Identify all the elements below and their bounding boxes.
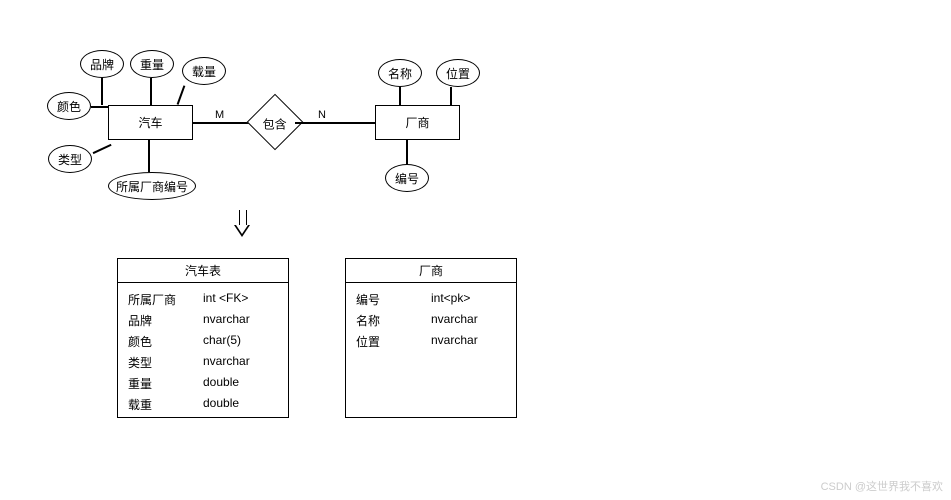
col-name: 重量	[128, 375, 203, 392]
connector	[101, 78, 103, 105]
table-car: 汽车表 所属厂商int <FK>品牌nvarchar颜色char(5)类型nva…	[117, 258, 289, 418]
col-name: 类型	[128, 354, 203, 371]
relationship-label: 包含	[255, 115, 295, 132]
table-vendor-body: 编号int<pk>名称nvarchar位置nvarchar	[346, 283, 516, 358]
watermark: CSDN @这世界我不喜欢	[821, 478, 943, 494]
attr-weight: 重量	[130, 50, 174, 78]
attr-payload: 载量	[182, 57, 226, 85]
attr-brand: 品牌	[80, 50, 124, 78]
connector	[193, 122, 255, 124]
col-type: nvarchar	[431, 312, 506, 329]
col-name: 所属厂商	[128, 291, 203, 308]
attr-vendor-name: 名称	[378, 59, 422, 87]
col-type: char(5)	[203, 333, 278, 350]
connector	[177, 85, 185, 104]
attr-vendor-fk: 所属厂商编号	[108, 172, 196, 200]
connector	[399, 87, 401, 105]
entity-label: 汽车	[138, 114, 162, 131]
col-type: int<pk>	[431, 291, 506, 308]
entity-label: 厂商	[405, 114, 429, 131]
col-name: 颜色	[128, 333, 203, 350]
entity-car: 汽车	[108, 105, 193, 140]
table-row: 名称nvarchar	[356, 310, 506, 331]
table-row: 编号int<pk>	[356, 289, 506, 310]
table-row: 重量double	[128, 373, 278, 394]
col-name: 编号	[356, 291, 431, 308]
card-n: N	[318, 109, 326, 121]
table-row: 颜色char(5)	[128, 331, 278, 352]
connector	[93, 144, 112, 154]
col-type: nvarchar	[431, 333, 506, 350]
attr-label: 位置	[446, 65, 470, 82]
arrow-down-icon	[235, 210, 249, 238]
attr-vendor-id: 编号	[385, 164, 429, 192]
col-type: nvarchar	[203, 312, 278, 329]
attr-color: 颜色	[47, 92, 91, 120]
connector	[150, 78, 152, 105]
attr-label: 类型	[58, 151, 82, 168]
col-type: double	[203, 396, 278, 413]
attr-label: 所属厂商编号	[116, 178, 188, 195]
table-row: 位置nvarchar	[356, 331, 506, 352]
col-name: 载重	[128, 396, 203, 413]
attr-label: 载量	[192, 63, 216, 80]
connector	[91, 106, 108, 108]
table-car-title: 汽车表	[118, 259, 288, 283]
attr-type: 类型	[48, 145, 92, 173]
col-name: 品牌	[128, 312, 203, 329]
table-car-body: 所属厂商int <FK>品牌nvarchar颜色char(5)类型nvarcha…	[118, 283, 288, 421]
connector	[148, 140, 150, 172]
connector	[295, 122, 375, 124]
table-row: 载重double	[128, 394, 278, 415]
table-row: 所属厂商int <FK>	[128, 289, 278, 310]
connector	[450, 87, 452, 105]
attr-label: 重量	[140, 56, 164, 73]
connector	[406, 140, 408, 164]
col-type: nvarchar	[203, 354, 278, 371]
attr-label: 品牌	[90, 56, 114, 73]
card-m: M	[215, 109, 224, 121]
attr-label: 颜色	[57, 98, 81, 115]
table-vendor-title: 厂商	[346, 259, 516, 283]
attr-label: 编号	[395, 170, 419, 187]
table-vendor: 厂商 编号int<pk>名称nvarchar位置nvarchar	[345, 258, 517, 418]
attr-vendor-loc: 位置	[436, 59, 480, 87]
table-row: 类型nvarchar	[128, 352, 278, 373]
col-type: int <FK>	[203, 291, 278, 308]
table-row: 品牌nvarchar	[128, 310, 278, 331]
col-name: 位置	[356, 333, 431, 350]
col-name: 名称	[356, 312, 431, 329]
attr-label: 名称	[388, 65, 412, 82]
entity-vendor: 厂商	[375, 105, 460, 140]
col-type: double	[203, 375, 278, 392]
